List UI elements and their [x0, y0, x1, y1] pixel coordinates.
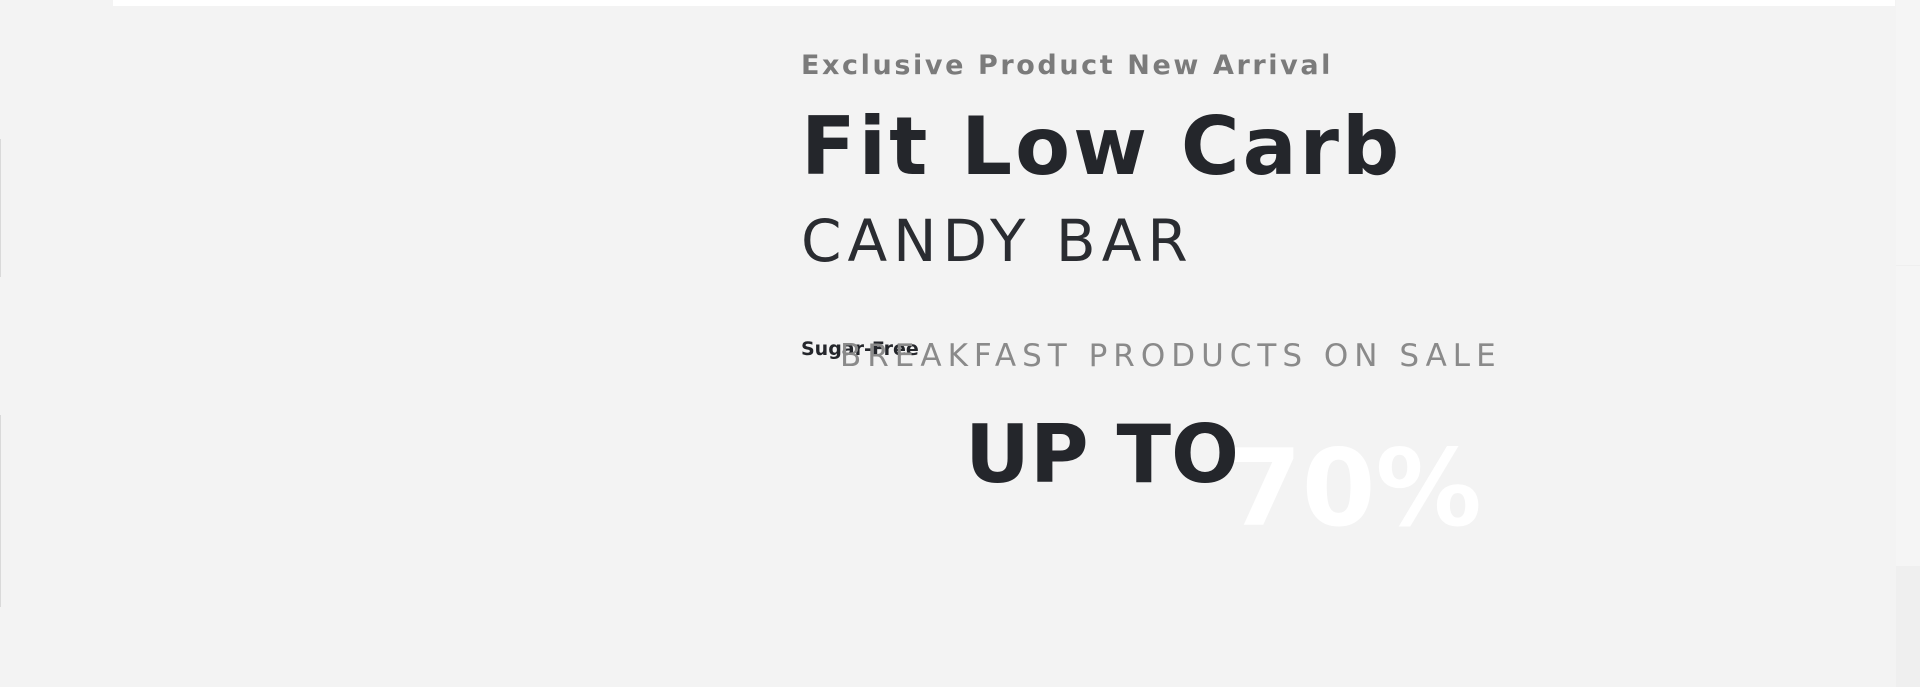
- right-panel-segment-top: [1896, 0, 1920, 265]
- slide-eyebrow-text: Exclusive Product New Arrival: [801, 50, 1334, 81]
- sale-eyebrow-text: BREAKFAST PRODUCTS ON SALE: [840, 338, 1502, 374]
- slide-title: Fit Low Carb: [801, 100, 1403, 193]
- right-panel-segment-bottom: [1896, 266, 1920, 566]
- left-slide-edge-top: [0, 139, 1, 277]
- left-slide-edge-bottom: [0, 415, 1, 607]
- sale-headline: UP TO: [965, 408, 1240, 501]
- right-side-panel: [1896, 0, 1920, 687]
- sale-discount-value: 70%: [1228, 427, 1482, 550]
- top-divider-strip: [113, 0, 1895, 6]
- slide-subtitle: CANDY BAR: [801, 207, 1194, 275]
